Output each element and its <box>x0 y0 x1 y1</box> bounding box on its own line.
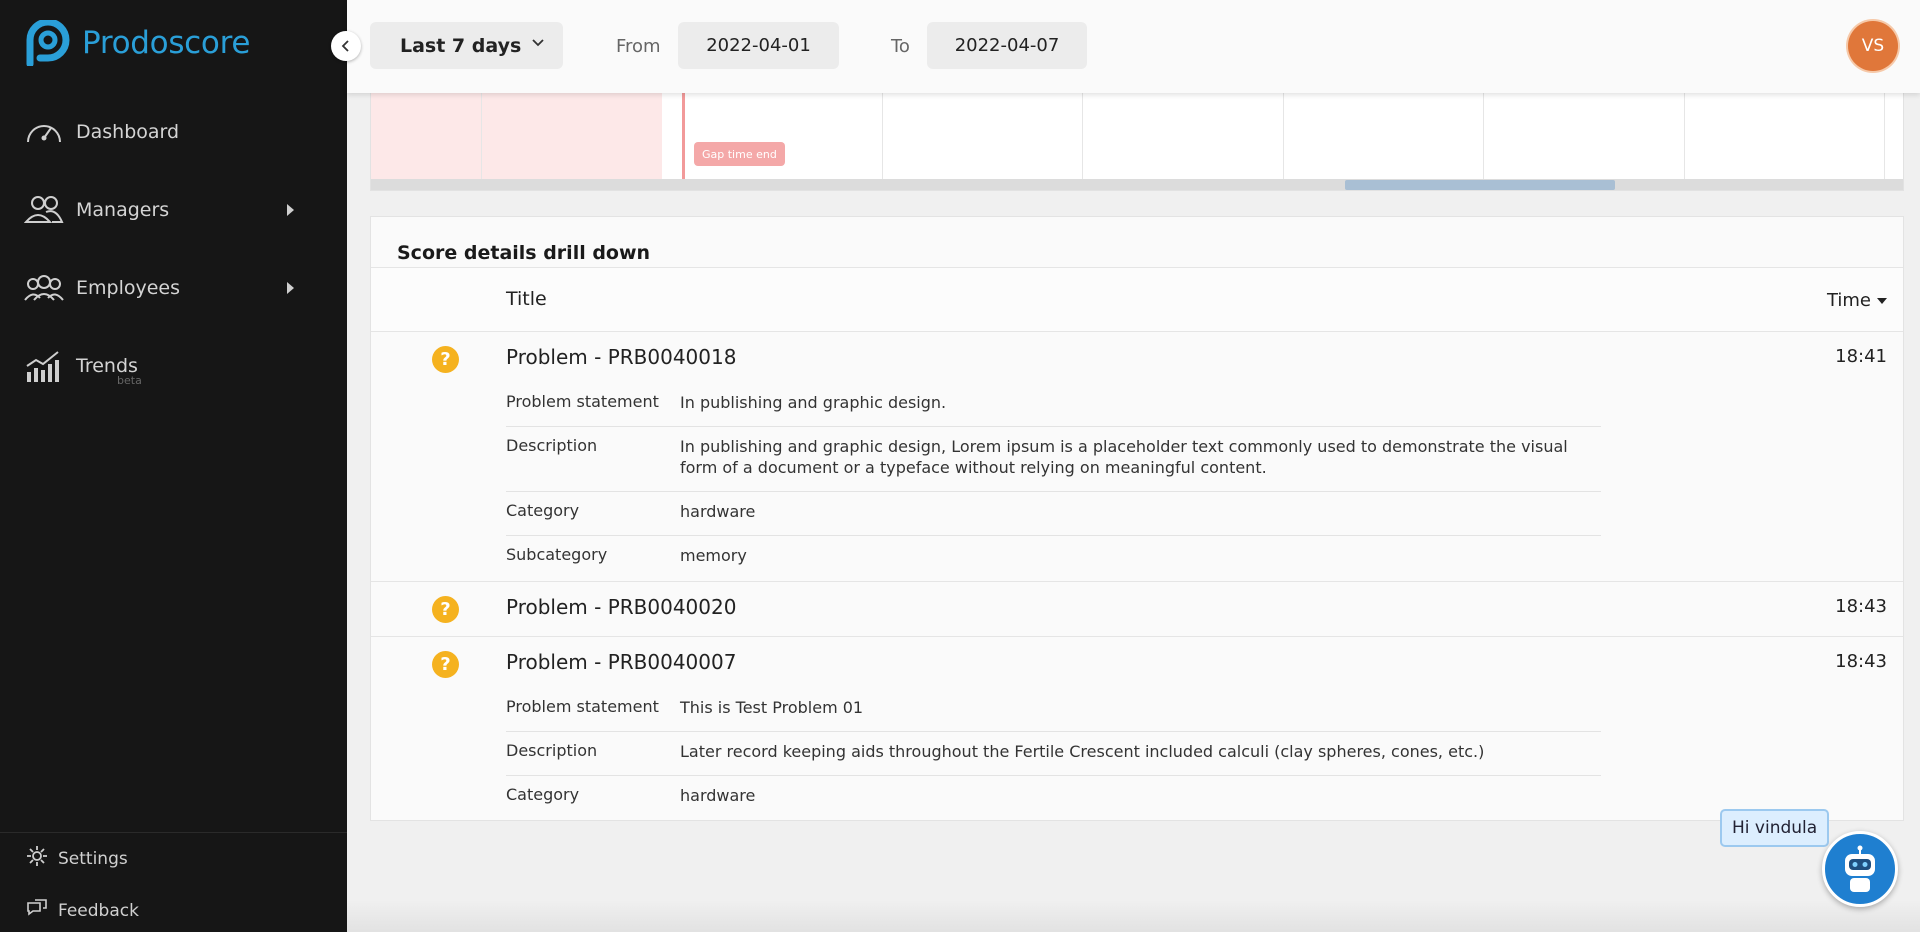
sidebar-divider <box>0 832 347 833</box>
sidebar-item-label: Managers <box>76 199 170 221</box>
timeline-gridline <box>882 93 883 179</box>
period-select-value: Last 7 days <box>400 34 522 57</box>
gap-end-marker <box>682 93 685 179</box>
detail-key: Description <box>506 741 598 760</box>
detail-value: hardware <box>680 786 756 805</box>
timeline-scrollbar[interactable] <box>371 179 1903 190</box>
prodoscore-logo-icon <box>26 20 70 66</box>
detail-key: Problem statement <box>506 392 659 411</box>
gap-time-end-badge: Gap time end <box>694 142 785 166</box>
trends-icon <box>24 348 64 384</box>
detail-value: This is Test Problem 01 <box>680 698 864 717</box>
sidebar-item-label: Employees <box>76 277 180 299</box>
sidebar: Prodoscore Dashboard Managers Employees … <box>0 0 347 932</box>
period-select[interactable]: Last 7 days <box>370 22 563 69</box>
detail-key: Description <box>506 436 598 455</box>
from-label: From <box>616 36 661 57</box>
caret-right-icon <box>287 282 294 294</box>
timeline-gridline <box>1684 93 1685 179</box>
timeline-gridline <box>481 93 482 179</box>
question-icon: ? <box>432 596 459 623</box>
column-time-label: Time <box>1826 290 1871 311</box>
problem-time: 18:43 <box>1835 651 1887 672</box>
detail-row: Description Later record keeping aids th… <box>506 741 1601 776</box>
column-time-sort[interactable]: Time <box>1827 290 1887 311</box>
top-header: Last 7 days From 2022-04-01 To 2022-04-0… <box>347 0 1920 93</box>
column-title: Title <box>506 288 547 310</box>
detail-key: Category <box>506 501 580 520</box>
problem-time: 18:43 <box>1835 596 1887 617</box>
sort-desc-icon <box>1877 297 1887 304</box>
detail-value: memory <box>680 546 747 565</box>
sidebar-item-label: Dashboard <box>76 121 180 143</box>
detail-row: Description In publishing and graphic de… <box>506 436 1601 492</box>
robot-icon <box>1845 845 1875 892</box>
settings-link[interactable]: Settings <box>26 845 128 872</box>
sidebar-item-managers[interactable]: Managers <box>24 192 294 228</box>
beta-badge: beta <box>117 374 142 387</box>
detail-value: In publishing and graphic design, Lorem … <box>680 437 1568 477</box>
table-header: Title Time <box>371 267 1903 332</box>
sidebar-item-employees[interactable]: Employees <box>24 270 294 306</box>
detail-row: Subcategory memory <box>506 545 1601 575</box>
brand-name: Prodoscore <box>82 25 251 61</box>
caret-right-icon <box>287 204 294 216</box>
chevron-down-icon <box>532 39 544 47</box>
timeline-gridline <box>1082 93 1083 179</box>
settings-label: Settings <box>58 848 128 869</box>
from-date-field[interactable]: 2022-04-01 <box>678 22 839 69</box>
page-bottom-shade <box>347 900 1920 932</box>
chat-greeting-bubble[interactable]: Hi vindula <box>1720 809 1830 847</box>
user-avatar[interactable]: VS <box>1848 21 1898 71</box>
chatbot-launcher[interactable] <box>1822 831 1898 907</box>
timeline-gridline <box>1884 93 1885 179</box>
feedback-label: Feedback <box>58 900 139 921</box>
detail-key: Problem statement <box>506 697 659 716</box>
to-date-field[interactable]: 2022-04-07 <box>927 22 1087 69</box>
speedometer-icon <box>24 114 64 150</box>
to-label: To <box>891 36 910 57</box>
problem-title: Problem - PRB0040007 <box>506 650 737 674</box>
timeline-gridline <box>1483 93 1484 179</box>
timeline-chart: Gap time end <box>370 93 1904 191</box>
gap-region <box>371 93 662 179</box>
collapse-sidebar-button[interactable] <box>331 31 361 61</box>
problem-row[interactable]: ? Problem - PRB0040020 18:43 <box>371 582 1903 637</box>
detail-value: In publishing and graphic design. <box>680 393 947 412</box>
managers-icon <box>24 192 64 228</box>
employees-icon <box>24 270 64 306</box>
score-details-card: Score details drill down Title Time ? Pr… <box>370 216 1904 821</box>
question-icon: ? <box>432 651 459 678</box>
sidebar-item-trends[interactable]: Trends <box>24 348 294 384</box>
detail-key: Subcategory <box>506 545 608 564</box>
problem-title: Problem - PRB0040020 <box>506 595 737 619</box>
gear-icon <box>26 845 48 872</box>
card-title: Score details drill down <box>397 242 651 264</box>
logo[interactable]: Prodoscore <box>26 20 250 66</box>
feedback-icon <box>26 897 48 924</box>
chevron-left-icon <box>341 40 349 52</box>
sidebar-item-dashboard[interactable]: Dashboard <box>24 114 294 150</box>
detail-row: Category hardware <box>506 785 1601 815</box>
problem-row[interactable]: ? Problem - PRB0040007 18:43 Problem sta… <box>371 637 1903 822</box>
problem-row[interactable]: ? Problem - PRB0040018 18:41 Problem sta… <box>371 332 1903 582</box>
problem-title: Problem - PRB0040018 <box>506 345 737 369</box>
detail-value: hardware <box>680 502 756 521</box>
problem-time: 18:41 <box>1835 346 1887 367</box>
detail-value: Later record keeping aids throughout the… <box>680 742 1485 761</box>
scrollbar-thumb[interactable] <box>1345 180 1615 190</box>
detail-row: Problem statement In publishing and grap… <box>506 392 1601 427</box>
detail-row: Category hardware <box>506 501 1601 536</box>
feedback-link[interactable]: Feedback <box>26 897 139 924</box>
detail-row: Problem statement This is Test Problem 0… <box>506 697 1601 732</box>
timeline-gridline <box>1283 93 1284 179</box>
question-icon: ? <box>432 346 459 373</box>
detail-key: Category <box>506 785 580 804</box>
